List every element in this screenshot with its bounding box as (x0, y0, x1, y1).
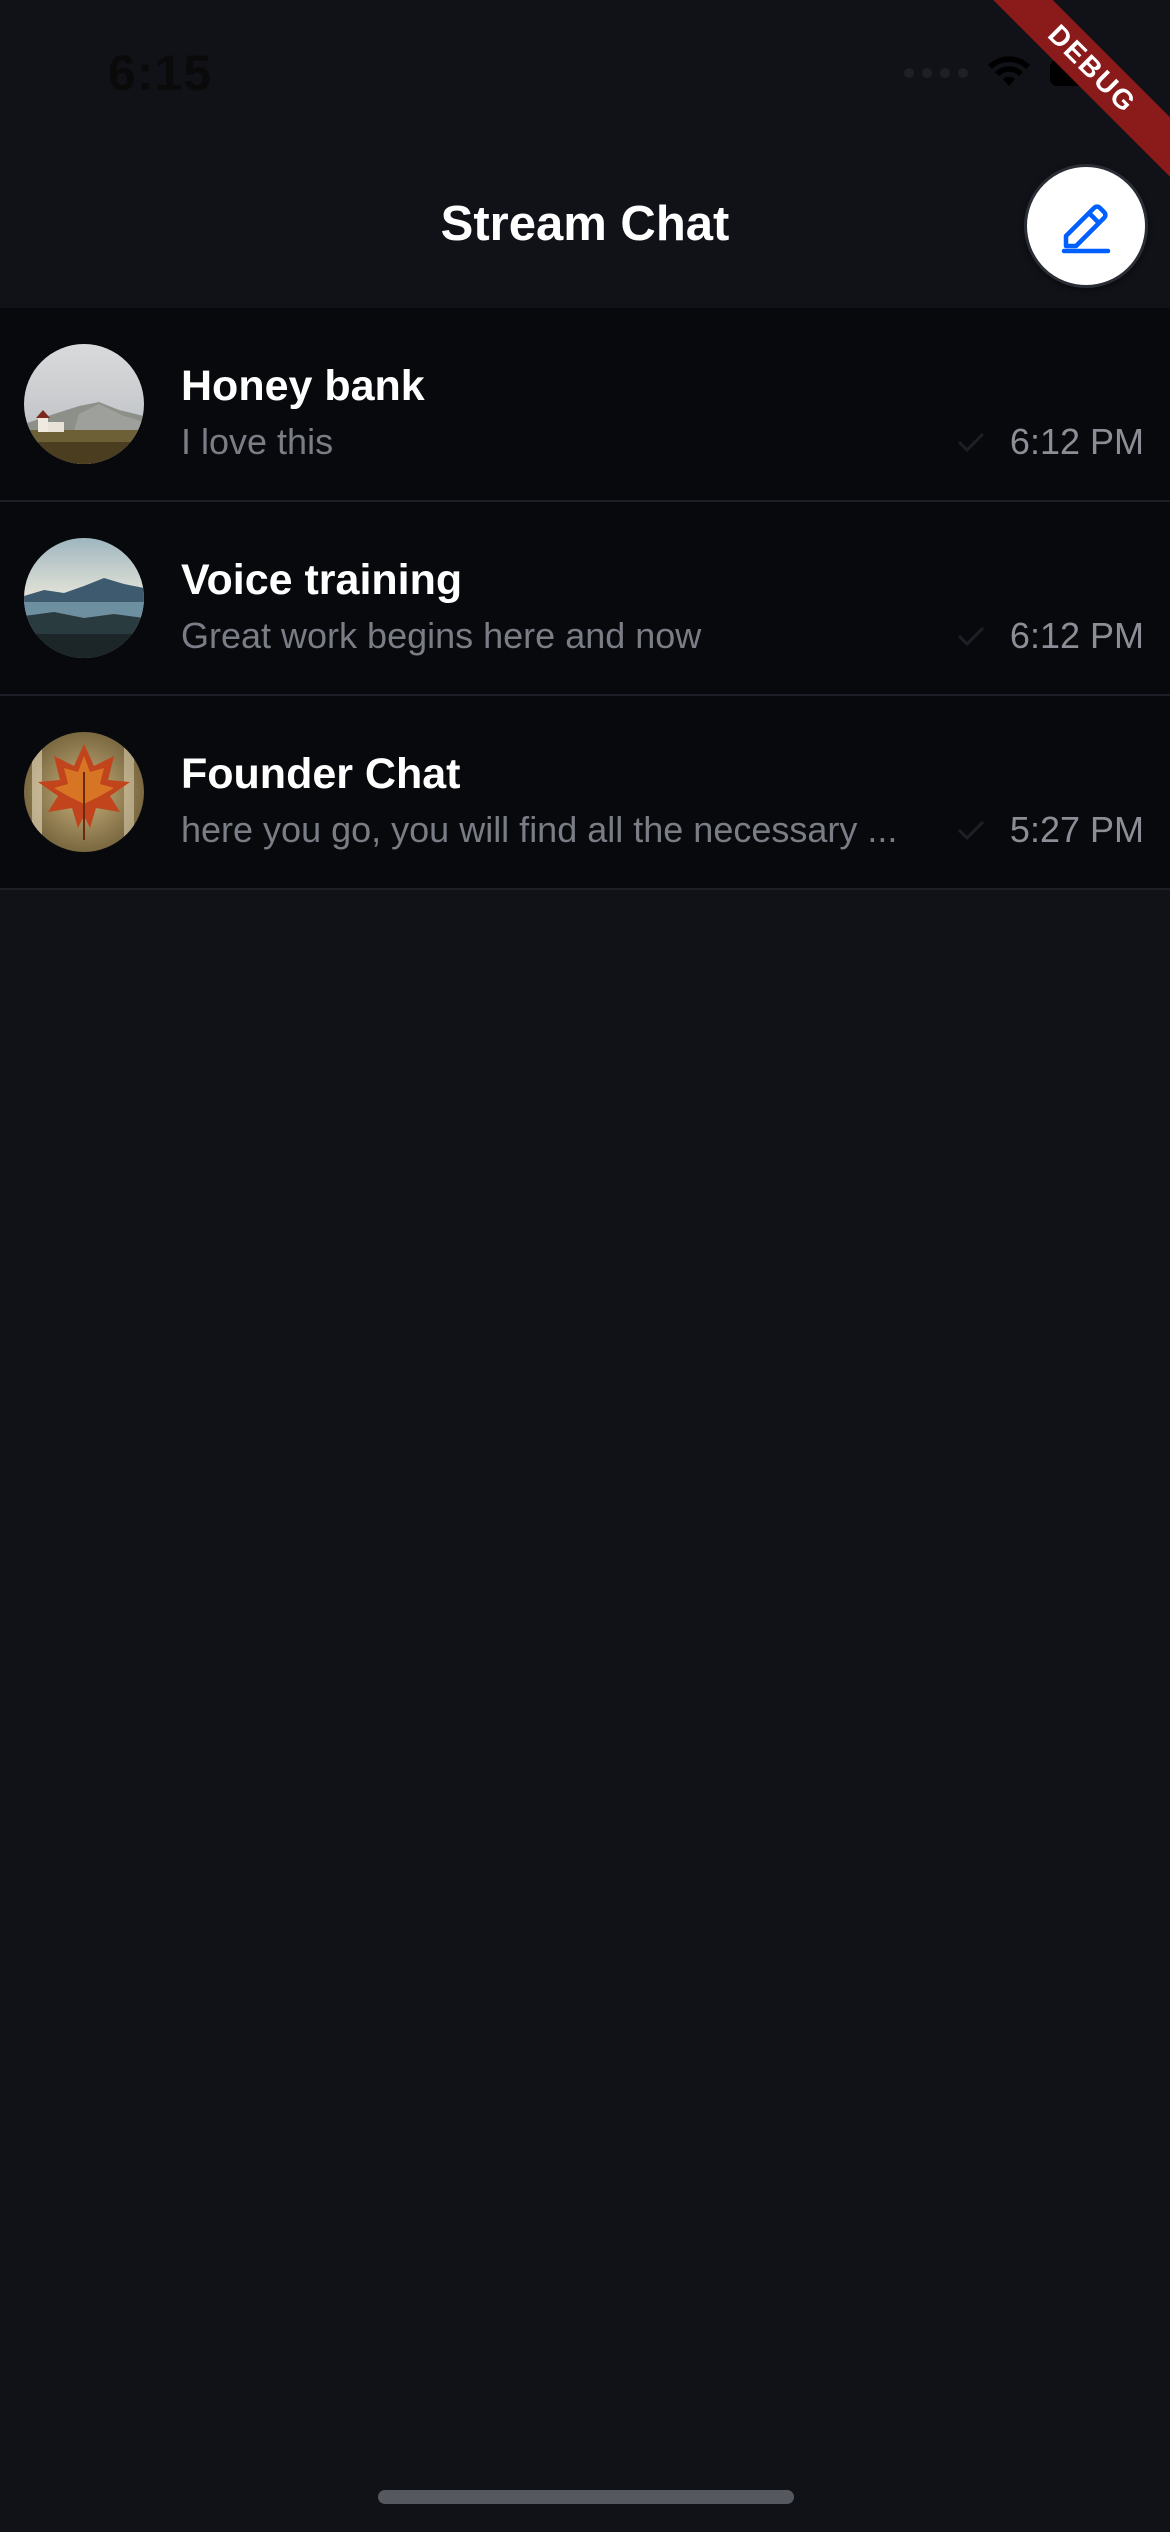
home-indicator[interactable] (378, 2490, 794, 2504)
pencil-icon (1061, 204, 1111, 254)
channel-last-message: here you go, you will find all the neces… (181, 809, 898, 850)
compose-button[interactable] (1024, 164, 1148, 288)
autumn-leaf-photo (24, 732, 144, 852)
battery-icon (1050, 60, 1116, 86)
channel-row-honey-bank[interactable]: Honey bank I love this 6:12 PM (0, 308, 1170, 502)
channel-avatar (24, 344, 144, 464)
page-title: Stream Chat (440, 197, 730, 251)
channel-timestamp: 6:12 PM (1009, 615, 1144, 656)
app-header: Stream Chat (0, 140, 1170, 308)
signal-icon (904, 68, 968, 78)
channel-last-message: I love this (181, 421, 334, 462)
channel-row-voice-training[interactable]: Voice training Great work begins here an… (0, 502, 1170, 696)
channel-name: Founder Chat (181, 750, 461, 798)
status-bar: 6:15 (0, 0, 1170, 140)
channel-timestamp: 6:12 PM (1009, 421, 1144, 462)
channel-avatar (24, 732, 144, 852)
status-icons (904, 56, 1116, 90)
mountain-church-photo (24, 344, 144, 464)
channel-avatar (24, 538, 144, 658)
check-icon (957, 432, 985, 453)
channel-name: Voice training (181, 556, 463, 604)
wifi-icon (988, 56, 1030, 86)
check-icon (957, 626, 985, 647)
channel-name: Honey bank (181, 362, 425, 410)
channel-last-message: Great work begins here and now (181, 615, 702, 656)
channel-list: Honey bank I love this 6:12 PM Voice tra… (0, 308, 1170, 890)
lake-mountains-photo (24, 538, 144, 658)
status-time: 6:15 (108, 45, 213, 101)
check-icon (957, 820, 985, 841)
channel-timestamp: 5:27 PM (1009, 809, 1144, 850)
channel-row-founder-chat[interactable]: Founder Chat here you go, you will find … (0, 696, 1170, 890)
